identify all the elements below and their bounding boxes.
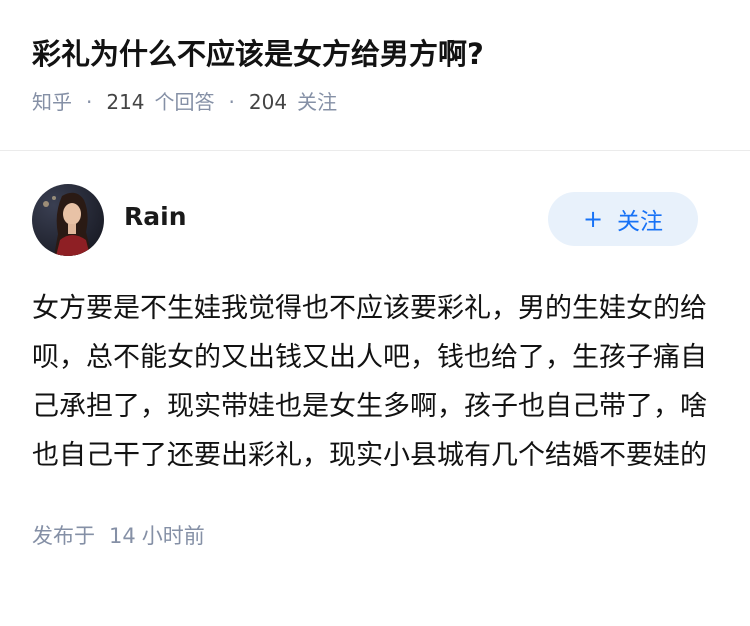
followers-label[interactable]: 关注 — [297, 88, 337, 116]
post-time: 发布于 14 小时前 — [32, 520, 718, 550]
avatar-image — [32, 184, 104, 256]
follow-button[interactable]: + 关注 — [548, 192, 698, 246]
post-time-unit: 小时前 — [141, 524, 205, 548]
divider — [0, 150, 750, 151]
answers-count: 214 — [106, 90, 145, 114]
plus-icon: + — [582, 205, 604, 233]
answer-card: Rain + 关注 女方要是不生娃我觉得也不应该要彩礼，男的生娃女的给呗，总不能… — [0, 184, 750, 550]
post-time-prefix: 发布于 — [32, 524, 95, 548]
answer-content[interactable]: 女方要是不生娃我觉得也不应该要彩礼，男的生娃女的给呗，总不能女的又出钱又出人吧，… — [32, 284, 712, 480]
follow-button-label: 关注 — [617, 209, 664, 235]
author-name[interactable]: Rain — [124, 202, 187, 231]
question-header: 彩礼为什么不应该是女方给男方啊? 知乎 · 214 个回答 · 204 关注 — [0, 0, 750, 118]
question-title[interactable]: 彩礼为什么不应该是女方给男方啊? — [32, 34, 718, 74]
post-time-value: 14 — [109, 524, 136, 548]
site-name[interactable]: 知乎 — [32, 88, 72, 116]
meta-separator: · — [228, 90, 235, 114]
avatar[interactable] — [32, 184, 104, 256]
meta-separator: · — [86, 90, 93, 114]
question-meta: 知乎 · 214 个回答 · 204 关注 — [32, 88, 718, 116]
author-row: Rain + 关注 — [32, 184, 718, 256]
followers-count: 204 — [248, 90, 288, 114]
answers-label[interactable]: 个回答 — [155, 88, 215, 116]
